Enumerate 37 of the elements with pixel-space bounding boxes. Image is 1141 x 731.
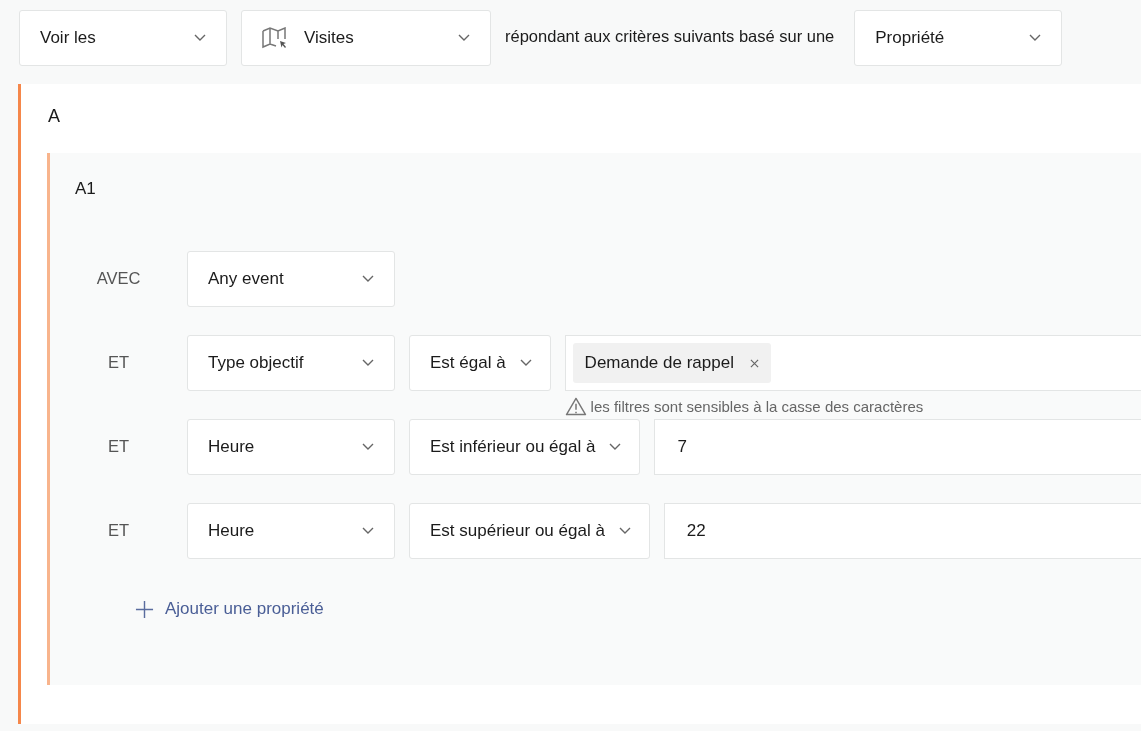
case-sensitivity-note: les filtres sont sensibles à la casse des caractères — [590, 397, 924, 415]
close-icon[interactable] — [749, 358, 759, 368]
chevron-down-icon — [519, 359, 532, 367]
property-dropdown[interactable]: Type objectif — [187, 335, 395, 391]
property-dropdown[interactable]: Heure — [187, 419, 395, 475]
chevron-down-icon — [362, 275, 374, 283]
property-dropdown[interactable]: Heure — [187, 503, 395, 559]
chevron-down-icon — [194, 34, 206, 42]
chevron-down-icon — [362, 527, 374, 535]
chevron-down-icon — [458, 34, 470, 42]
connector-label: ET — [106, 352, 131, 372]
entity-dropdown[interactable]: Visites — [241, 10, 491, 66]
operator-dropdown[interactable]: Est inférieur ou égal à — [409, 419, 641, 475]
chevron-down-icon — [609, 443, 622, 451]
add-property-button[interactable]: Ajouter une propriété — [135, 599, 324, 619]
operator-dropdown[interactable]: Est égal à — [409, 335, 551, 391]
map-icon — [262, 27, 288, 49]
chevron-down-icon — [362, 443, 374, 451]
warning-icon — [564, 396, 587, 416]
tag-input-field[interactable]: Demande de rappel — [564, 335, 1141, 391]
chevron-down-icon — [618, 527, 631, 535]
connector-label: ET — [106, 520, 131, 540]
value-input-field[interactable]: 22 — [663, 503, 1141, 559]
tag-label: Demande de rappel — [584, 353, 734, 373]
value-input-field[interactable]: 7 — [654, 419, 1141, 475]
subgroup-title: A1 — [74, 179, 97, 200]
chevron-down-icon — [1029, 34, 1042, 42]
show-dropdown[interactable]: Voir les — [19, 10, 227, 66]
group-title: A — [47, 106, 61, 128]
basis-dropdown[interactable]: Propriété — [854, 10, 1063, 66]
plus-icon — [135, 599, 154, 619]
connector-label: AVEC — [95, 268, 142, 288]
property-dropdown[interactable]: Any event — [187, 251, 395, 307]
criteria-sentence: répondant aux critères suivants basé sur une — [505, 26, 835, 46]
operator-dropdown[interactable]: Est supérieur ou égal à — [409, 503, 650, 559]
connector-label: ET — [106, 436, 131, 456]
chevron-down-icon — [362, 359, 374, 367]
